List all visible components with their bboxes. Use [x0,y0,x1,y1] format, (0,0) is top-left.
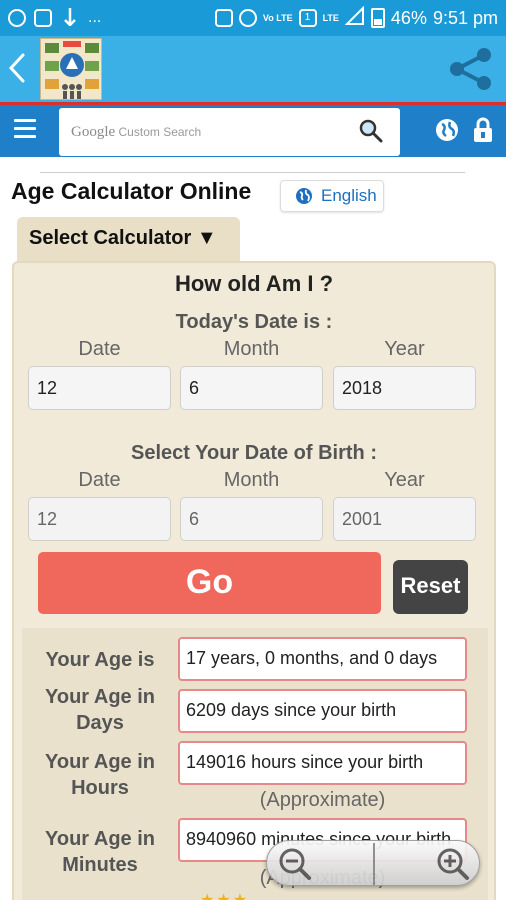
rating-stars: ★★★ [200,890,249,900]
zoom-out-icon[interactable] [277,847,313,881]
calculator-heading: How old Am I ? [174,271,334,296]
language-button[interactable]: English [280,180,384,212]
search-input[interactable]: Google Custom Search [59,108,400,156]
zoom-divider [373,843,375,885]
dob-date-field[interactable]: 12 [28,497,171,541]
zoom-in-icon[interactable] [435,847,471,881]
reset-button[interactable]: Reset [393,560,468,614]
gallery-icon [34,9,52,27]
select-calculator-tab[interactable]: Select Calculator ▼ [17,217,240,263]
page-title: Age Calculator Online [11,178,252,204]
lock-icon[interactable] [472,117,494,143]
back-button[interactable] [6,50,36,90]
dob-month-column-label: Month [223,469,280,491]
status-bar: ... Vo LTE 1 LTE 46% 9:51 pm [0,0,506,36]
age-hours-label: Your Age in Hours [45,751,155,799]
whatsapp-icon [8,9,26,27]
search-icon[interactable] [358,118,384,144]
calculator-logo-icon [45,41,99,99]
language-label: English [321,186,377,205]
app-logo[interactable] [40,38,102,100]
content-divider [40,172,465,173]
age-days-field[interactable]: 6209 days since your birth [178,689,467,733]
today-year-column-label: Year [384,338,425,360]
share-button[interactable] [446,44,496,94]
today-date-field[interactable]: 12 [28,366,171,410]
search-placeholder-text: Custom Search [118,125,202,139]
google-brand: Google [71,124,116,140]
lock-screen-icon [214,9,233,27]
status-bar-left: ... [8,6,101,31]
age-hours-field[interactable]: 149016 hours since your birth [178,741,467,785]
globe-icon [296,188,312,204]
age-days-label: Your Age in Days [45,686,155,734]
zoom-controls [266,840,480,886]
sim-label: 1 [304,12,311,23]
dob-month-field[interactable]: 6 [180,497,323,541]
alarm-icon [238,9,257,27]
chevron-left-icon [8,53,25,83]
today-date-label: Today's Date is : [175,311,333,333]
dob-date-column-label: Date [78,469,121,491]
lte-label: LTE [322,12,339,23]
today-month-field[interactable]: 6 [180,366,323,410]
today-month-column-label: Month [223,338,280,360]
go-button[interactable]: Go [38,552,381,614]
dob-year-column-label: Year [384,469,425,491]
dob-label: Select Your Date of Birth : [131,442,377,464]
search-placeholder: Google Custom Search [71,124,201,141]
today-date-column-label: Date [78,338,121,360]
age-minutes-label: Your Age in Minutes [45,828,155,876]
app-header [0,36,506,102]
sim-icon: 1 [298,9,317,27]
age-label: Your Age is [45,649,155,671]
hamburger-menu-icon[interactable] [14,119,36,141]
status-bar-right: Vo LTE 1 LTE 46% 9:51 pm [214,5,498,31]
volte-label: Vo LTE [262,12,293,23]
share-icon [450,48,491,90]
site-toolbar: Google Custom Search [0,105,506,157]
age-result-field[interactable]: 17 years, 0 months, and 0 days [178,637,467,681]
signal-icon [344,5,365,31]
dob-year-field[interactable]: 2001 [333,497,476,541]
calculator-panel: How old Am I ? Today's Date is : Date Mo… [12,261,496,900]
clock: 9:51 pm [432,7,498,28]
globe-icon[interactable] [434,117,460,143]
battery-icon [370,8,385,28]
today-year-field[interactable]: 2018 [333,366,476,410]
notification-ellipsis: ... [88,9,102,26]
battery-percent: 46% [390,7,427,28]
hours-approximate-note: (Approximate) [259,789,386,811]
download-icon [60,6,80,31]
